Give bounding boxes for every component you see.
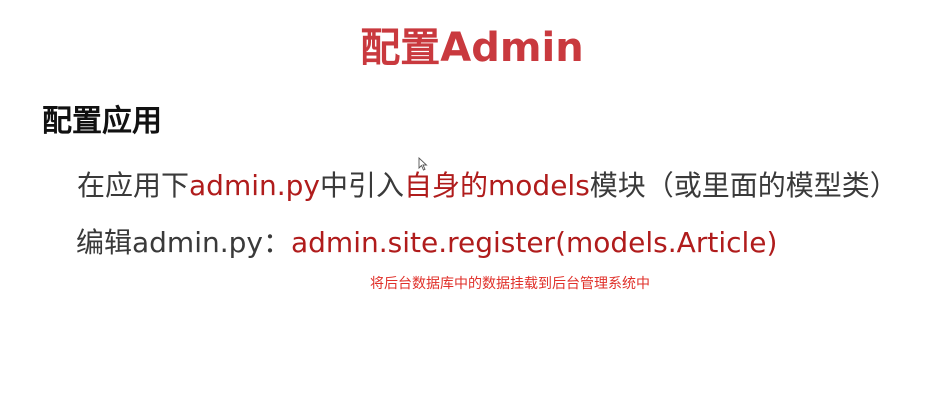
instruction-text: 在应用下: [77, 169, 190, 202]
slide-title: 配置Admin: [360, 25, 584, 71]
instruction-line-register: 编辑admin.py：admin.site.register(models.Ar…: [76, 224, 777, 262]
instruction-text: 中引入: [320, 169, 405, 202]
instruction-text: 模块（或里面的模型类）: [589, 169, 898, 202]
highlight-models: 自身的models: [404, 169, 590, 202]
annotation-note: 将后台数据库中的数据挂载到后台管理系统中: [370, 276, 650, 292]
slide: 配置Admin 配置应用 在应用下admin.py中引入自身的models模块（…: [0, 0, 944, 409]
instruction-text: 编辑admin.py：: [76, 226, 291, 259]
highlight-code: admin.site.register(models.Article): [290, 226, 778, 259]
instruction-line-import: 在应用下admin.py中引入自身的models模块（或里面的模型类）: [77, 167, 898, 205]
section-heading: 配置应用: [42, 104, 162, 139]
highlight-filename: admin.py: [189, 169, 320, 202]
mouse-pointer-icon: [418, 157, 428, 171]
